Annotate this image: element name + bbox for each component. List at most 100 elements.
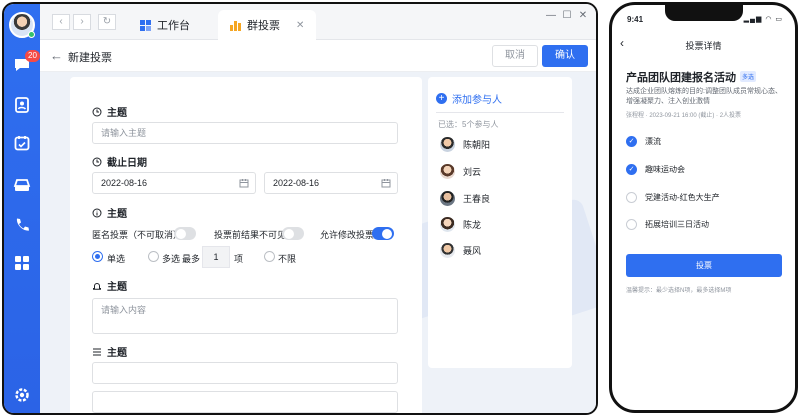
date-value: 2022-08-16 (101, 178, 148, 188)
nav-forward-button[interactable]: › (73, 14, 91, 30)
checkbox-checked[interactable]: ✓ (626, 164, 637, 175)
option-label: 拓展培训三日活动 (645, 220, 709, 229)
member-item[interactable]: 王春良 (440, 191, 490, 206)
hide-result-label: 投票前结果不可见 (214, 230, 287, 240)
add-participant-button[interactable]: + 添加参与人 (436, 91, 502, 106)
multi-choice-radio[interactable] (148, 251, 159, 262)
max-count-input[interactable]: 1 (202, 246, 230, 268)
section-label: 截止日期 (107, 158, 147, 169)
vote-button[interactable]: 投票 (626, 254, 782, 277)
anonymous-toggle[interactable] (174, 227, 196, 240)
page-header: ← 新建投票 取消 确认 (40, 40, 596, 72)
single-label: 单选 (107, 254, 126, 264)
avatar (440, 191, 455, 206)
divider (436, 112, 564, 113)
participants-panel: + 添加参与人 已选：5个参与人 陈朝阳 刘云 王春良 陈龙 聂风 (428, 77, 572, 368)
mobile-phone-frame: 9:41 ▂▄▆ ◠ ▭ ‹ 投票详情 产品团队团建报名活动 多选 达成企业团队… (609, 2, 798, 413)
clock-icon (92, 107, 102, 116)
calendar-icon[interactable] (381, 178, 391, 188)
signal-wifi-battery-icon: ▂▄▆ ◠ ▭ (743, 16, 783, 23)
vote-option[interactable]: ✓ 漂流 (626, 136, 661, 147)
tab-group-vote[interactable]: 群投票 ✕ (218, 10, 317, 40)
apps-grid-icon[interactable] (13, 254, 31, 272)
unread-badge: 20 (25, 50, 40, 62)
vote-option[interactable]: 党建活动-红色大生产 (626, 192, 720, 203)
phone-icon[interactable] (13, 216, 31, 234)
start-date-input[interactable]: 2022-08-16 (92, 172, 256, 194)
close-icon[interactable]: ✕ (296, 20, 304, 31)
allow-edit-toggle[interactable] (372, 227, 394, 240)
list-section-title: 主题 (92, 344, 127, 359)
item-unit-label: 项 (234, 254, 244, 264)
confirm-button[interactable]: 确认 (542, 45, 588, 67)
checkbox-unchecked[interactable] (626, 219, 637, 230)
checkbox-unchecked[interactable] (626, 192, 637, 203)
allow-edit-label: 允许修改投票 (320, 230, 375, 240)
workspace-icon (140, 19, 151, 31)
member-item[interactable]: 陈朝阳 (440, 137, 490, 152)
selection-mode-row: 单选 多选 最多 1 项 不限 (92, 246, 422, 268)
stage: 20 ‹ › ↻ 工作台 群投票 ✕ — ☐ ✕ ← 新建投票 取消 确认 主题… (0, 0, 800, 417)
option-label: 党建活动-红色大生产 (645, 193, 720, 202)
tab-label: 群投票 (247, 20, 280, 32)
hide-result-toggle[interactable] (282, 227, 304, 240)
nav-back-button[interactable]: ‹ (52, 14, 70, 30)
refresh-button[interactable]: ↻ (98, 14, 116, 30)
drive-icon[interactable] (13, 176, 31, 194)
member-item[interactable]: 刘云 (440, 164, 481, 179)
online-status-dot (28, 31, 35, 38)
minimize-icon[interactable]: — (544, 10, 558, 21)
tab-bar: ‹ › ↻ 工作台 群投票 ✕ — ☐ ✕ (40, 4, 596, 40)
vote-option[interactable]: ✓ 趣味运动会 (626, 164, 685, 175)
contacts-icon[interactable] (13, 96, 31, 114)
topic-input[interactable]: 请输入主题 (92, 122, 398, 144)
avatar (440, 217, 455, 232)
add-participant-label: 添加参与人 (452, 95, 502, 106)
member-item[interactable]: 陈龙 (440, 217, 481, 232)
calendar-icon[interactable] (13, 134, 31, 152)
page-title: 新建投票 (68, 52, 112, 64)
vote-settings-row: 匿名投票（不可取消） 投票前结果不可见 允许修改投票 (92, 226, 422, 242)
section-label: 主题 (107, 209, 127, 220)
member-name: 陈朝阳 (463, 140, 491, 150)
topic-section-title: 主题 (92, 104, 127, 119)
avatar (440, 137, 455, 152)
avatar (440, 164, 455, 179)
vote-form: 主题 请输入主题 截止日期 2022-08-16 2022-08-16 主题 匿… (70, 77, 422, 413)
single-choice-radio[interactable] (92, 251, 103, 262)
plus-icon: + (436, 93, 447, 104)
back-arrow-icon[interactable]: ← (50, 48, 63, 63)
end-date-input[interactable]: 2022-08-16 (264, 172, 398, 194)
section-label: 主题 (107, 108, 127, 119)
mobile-page-title: 投票详情 (685, 41, 722, 51)
info-icon (92, 208, 102, 217)
checkbox-checked[interactable]: ✓ (626, 136, 637, 147)
status-time: 9:41 (627, 15, 644, 24)
bell-icon (93, 282, 101, 290)
vote-type-tag: 多选 (740, 71, 757, 82)
anonymous-label: 匿名投票（不可取消） (92, 230, 183, 240)
multi-label: 多选 (162, 254, 181, 264)
section-label: 主题 (107, 282, 127, 293)
unlimited-radio[interactable] (264, 251, 275, 262)
option-input[interactable] (92, 362, 398, 384)
member-name: 王春良 (463, 194, 491, 204)
vote-hint: 温馨提示：最少选择N项，最多选择M项 (626, 288, 732, 294)
option-label: 漂流 (645, 137, 661, 146)
vote-title: 产品团队团建报名活动 (626, 72, 736, 84)
options-section-title: 主题 (92, 205, 127, 220)
maximize-icon[interactable]: ☐ (560, 10, 574, 21)
option-input[interactable] (92, 391, 398, 413)
member-name: 刘云 (463, 167, 482, 177)
member-item[interactable]: 聂风 (440, 243, 481, 258)
tab-workspace[interactable]: 工作台 (128, 10, 202, 40)
settings-icon[interactable] (13, 386, 31, 404)
section-label: 主题 (107, 348, 127, 359)
content-textarea[interactable]: 请输入内容 (92, 298, 398, 334)
vote-option[interactable]: 拓展培训三日活动 (626, 219, 709, 230)
main-content: 主题 请输入主题 截止日期 2022-08-16 2022-08-16 主题 匿… (40, 73, 596, 413)
cancel-button[interactable]: 取消 (492, 45, 538, 67)
window-close-icon[interactable]: ✕ (576, 10, 590, 21)
calendar-icon[interactable] (239, 178, 249, 188)
list-icon (93, 348, 101, 355)
